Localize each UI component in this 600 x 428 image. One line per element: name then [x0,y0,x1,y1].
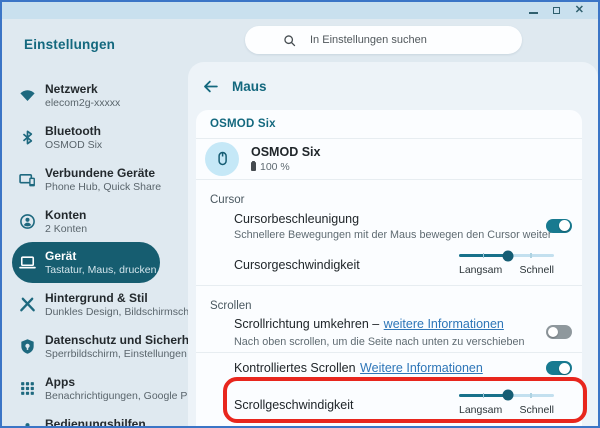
sidebar-item-sublabel: elecom2g-xxxxx [45,96,121,109]
slider-thumb[interactable] [502,250,514,262]
maximize-icon[interactable] [552,7,560,14]
scroll-section-label: Scrollen [210,299,252,312]
scroll-speed-row: Scrollgeschwindigkeit Langsam Schnell [196,377,587,426]
sidebar-item-label: Verbundene Geräte [45,165,156,180]
controlled-scrolling-title: Kontrolliertes Scrollen [234,361,356,375]
sidebar-item-sublabel: Sperrbildschirm, Einstellungen [45,347,187,360]
sidebar-item-label: Konten [45,207,87,222]
cursor-section-label: Cursor [210,193,245,206]
back-arrow-icon[interactable] [202,78,219,95]
reverse-scrolling-title: Scrollrichtung umkehren – [234,317,380,332]
style-icon [19,296,36,313]
wifi-icon [19,87,36,104]
settings-card: OSMOD Six OSMOD Six 100 % Cursor Cursorb… [196,110,587,426]
cursor-acceleration-toggle[interactable] [546,218,572,233]
sidebar-item-label: Bedienungshilfen [45,416,146,428]
battery-icon [251,160,256,172]
page-title: Maus [232,79,267,94]
scroll-speed-label: Scrollgeschwindigkeit [234,397,354,412]
sidebar-item-label: Datenschutz und Sicherheit [45,332,204,347]
device-section-header: OSMOD Six [210,118,276,130]
sidebar-item-sublabel: 2 Konten [45,222,88,235]
slider-track[interactable] [459,250,554,262]
sidebar-item-bedienungshilfen[interactable]: Bedienungshilfen Screenreader, Vergrößer… [2,409,160,428]
sidebar-nav: Netzwerk elecom2g-xxxxx Bluetooth OSMOD … [2,74,204,428]
sidebar-item-label: Netzwerk [45,81,98,96]
bluetooth-icon [19,129,36,146]
sidebar-item-label: Bluetooth [45,123,101,138]
sidebar-item-datenschutz[interactable]: Datenschutz und Sicherheit Sperrbildschi… [2,325,204,367]
cursor-speed-slider[interactable]: Langsam Schnell [459,250,554,277]
page-header: Maus [188,62,598,95]
sidebar-item-netzwerk[interactable]: Netzwerk elecom2g-xxxxx [2,74,160,116]
device-row[interactable]: OSMOD Six 100 % [196,139,582,179]
sidebar-item-label: Hintergrund & Stil [45,290,148,305]
cursor-acceleration-subtitle: Schnellere Bewegungen mit der Maus beweg… [234,229,552,242]
cursor-speed-label: Cursorgeschwindigkeit [234,258,360,273]
apps-icon [19,380,36,397]
devices-icon [19,171,36,188]
slider-min-label: Langsam [459,264,503,277]
sidebar: Einstellungen Netzwerk elecom2g-xxxxx Bl… [2,19,204,428]
accessibility-icon [19,422,36,426]
slider-track[interactable] [459,389,554,401]
reverse-scrolling-row: Scrollrichtung umkehren – weitere Inform… [196,312,582,352]
device-name: OSMOD Six [251,144,321,159]
sidebar-item-bluetooth[interactable]: Bluetooth OSMOD Six [2,116,160,158]
cursor-speed-row: Cursorgeschwindigkeit Langsam Schnell [196,246,582,285]
account-icon [19,213,36,230]
battery-level: 100 % [260,160,290,173]
reverse-scrolling-toggle[interactable] [546,324,572,339]
search-input[interactable] [310,34,490,46]
controlled-scrolling-row: Kontrolliertes Scrollen Weitere Informat… [196,353,582,383]
slider-max-label: Schnell [519,403,554,416]
minimize-icon[interactable] [528,11,538,14]
settings-window: ✕ Einstellungen Netzwerk elecom2g-xxxxx … [0,0,600,428]
slider-min-label: Langsam [459,403,503,416]
slider-max-label: Schnell [519,264,554,277]
toggle-knob [559,220,570,232]
reverse-scrolling-learn-more-link[interactable]: weitere Informationen [384,317,504,331]
slider-thumb[interactable] [502,389,514,401]
toggle-knob [559,362,570,374]
sidebar-item-sublabel: Tastatur, Maus, drucken [45,264,157,276]
cursor-acceleration-row: Cursorbeschleunigung Schnellere Bewegung… [196,206,582,246]
sidebar-item-sublabel: Dunkles Design, Bildschirmscho... [45,305,204,318]
sidebar-item-label: Gerät [45,249,77,263]
sidebar-item-sublabel: Benachrichtigungen, Google Play [45,389,201,402]
close-icon[interactable]: ✕ [575,5,584,16]
app-title: Einstellungen [24,37,116,52]
sidebar-item-konten[interactable]: Konten 2 Konten [2,200,160,242]
search-icon [283,34,296,47]
window-titlebar: ✕ [2,2,598,19]
sidebar-item-verbundene-geraete[interactable]: Verbundene Geräte Phone Hub, Quick Share [2,158,162,200]
sidebar-item-apps[interactable]: Apps Benachrichtigungen, Google Play [2,367,201,409]
cursor-acceleration-title: Cursorbeschleunigung [234,212,360,227]
controlled-scrolling-toggle[interactable] [546,361,572,375]
sidebar-item-geraet[interactable]: Gerät Tastatur, Maus, drucken [12,242,160,283]
settings-search-bar[interactable] [245,26,522,54]
avatar [205,141,239,176]
main-panel: Maus OSMOD Six OSMOD Six 100 % Cursor Cu… [188,62,598,426]
sidebar-item-hintergrund-stil[interactable]: Hintergrund & Stil Dunkles Design, Bilds… [2,283,204,325]
sidebar-item-label: Apps [45,374,75,389]
reverse-scrolling-subtitle: Nach oben scrollen, um die Seite nach un… [234,336,525,349]
scroll-speed-slider[interactable]: Langsam Schnell [459,389,554,416]
shield-icon [19,338,36,355]
laptop-icon [19,254,36,271]
sidebar-item-sublabel: OSMOD Six [45,138,103,151]
toggle-knob [548,326,558,337]
controlled-scrolling-learn-more-link[interactable]: Weitere Informationen [360,361,483,375]
sidebar-item-sublabel: Phone Hub, Quick Share [45,180,162,193]
